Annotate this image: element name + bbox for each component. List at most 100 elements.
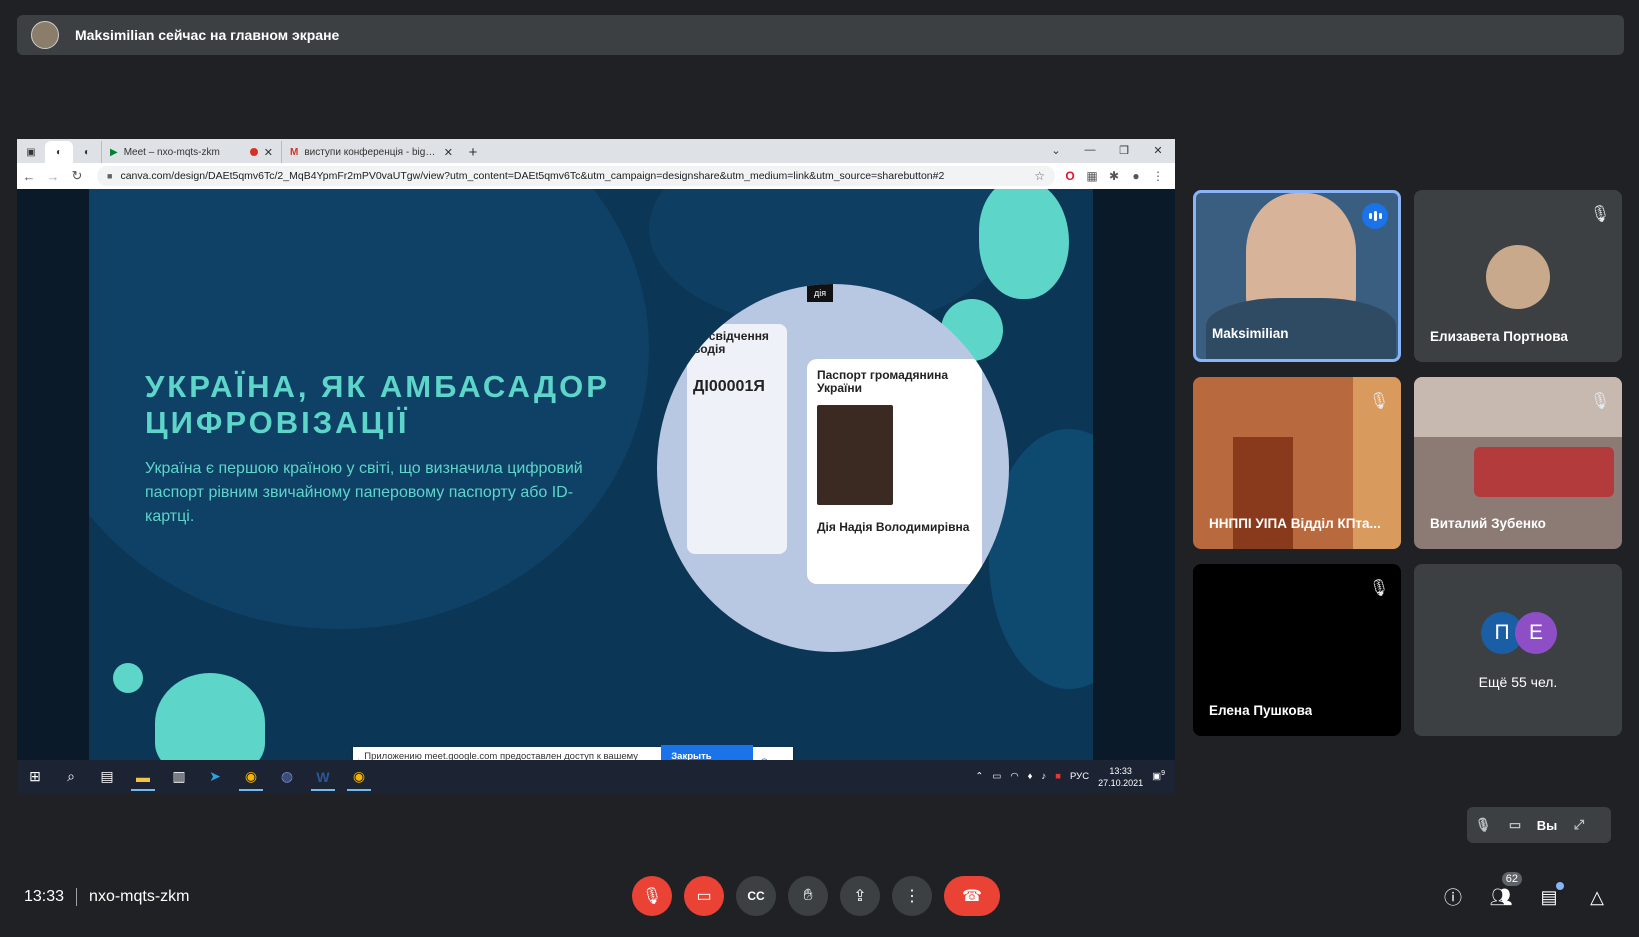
puzzle-icon[interactable]: ✱ [1107,169,1121,183]
taskbar-clock[interactable]: 13:33 27.10.2021 [1098,765,1143,789]
presenting-text: Maksimilian сейчас на главном экране [75,27,340,43]
window-controls: ⌄ — ❐ ✕ [1039,139,1175,161]
discord-icon[interactable]: ◍ [269,760,305,793]
extension-icon[interactable]: ▦ [1085,169,1099,183]
tab-search-icon[interactable]: ⌄ [1039,139,1073,161]
meeting-code: nxo-mqts-zkm [89,888,190,905]
driver-license-card: Посвідчення водія ДІ00001Я [687,324,787,554]
microphone-icon[interactable]: ♦ [1028,771,1033,782]
close-icon[interactable]: ✕ [264,146,273,159]
video-table [1474,447,1614,497]
system-tray: ⌃ ▭ ◠ ♦ ♪ ■ РУС 13:33 27.10.2021 ▣9 [975,765,1175,789]
browser-tabbar: ▣ ◐ ◐ ▶ Meet – nxo-mqts-zkm ✕ M виступи … [17,139,1175,163]
profile-icon[interactable]: ● [1129,169,1143,183]
meeting-time: 13:33 [24,888,65,905]
reload-icon[interactable]: ↻ [65,168,89,184]
meeting-details-button[interactable]: ⓘ [1440,884,1466,910]
chat-icon: ▤ [1540,886,1558,907]
tab-pinned-1[interactable]: ▣ [17,141,45,163]
slide-description: Україна є першою країною у світі, що виз… [145,460,583,525]
avatar: Е [1515,612,1557,654]
menu-dots-icon[interactable]: ⋮ [1151,169,1165,183]
end-call-button[interactable]: ☎︎ [944,876,1000,916]
participant-tile[interactable]: Maksimilian [1193,190,1401,362]
participant-tile[interactable]: 🎙︎ Елизавета Портнова [1414,190,1622,362]
bookmark-star-icon[interactable]: ☆ [1034,169,1045,183]
tab-gmail[interactable]: M виступи конференція - bigmak ✕ [281,141,461,163]
present-button[interactable]: ⇪ [840,876,880,916]
present-screen-icon: ⇪ [853,888,867,905]
antivirus-icon[interactable]: ■ [1055,771,1061,782]
maximize-icon[interactable]: ❐ [1107,139,1141,161]
camera-off-icon[interactable]: ▭ [1499,817,1531,833]
expand-icon[interactable]: ⤢ [1563,817,1595,833]
presenter-avatar [31,21,59,49]
phone-hangup-icon: ☎︎ [962,888,982,905]
wifi-icon[interactable]: ◠ [1010,771,1018,782]
camera-toggle-button[interactable]: ▭ [684,876,724,916]
captions-button[interactable]: CC [736,876,776,916]
raise-hand-button[interactable]: ✋︎ [788,876,828,916]
search-icon[interactable]: ⌕ [53,760,89,793]
self-view-bar: 🎙︎ ▭ Вы ⤢ [1467,807,1611,843]
back-icon[interactable]: ← [17,169,41,184]
extensions: O ▦ ✱ ● ⋮ [1063,169,1165,183]
tab-meet[interactable]: ▶ Meet – nxo-mqts-zkm ✕ [101,141,281,163]
people-button[interactable]: 👥︎ 62 [1488,872,1522,910]
volume-icon[interactable]: ♪ [1042,771,1047,782]
slide-title: УКРАЇНА, ЯК АМБАСАДОР ЦИФРОВІЗАЦІЇ [145,369,610,440]
people-icon: 👥︎ [1489,886,1513,907]
speaking-indicator-icon [1362,203,1388,229]
recording-icon [249,148,258,156]
slide-blob-teal [979,189,1069,299]
hand-icon: ✋︎ [803,887,813,904]
more-participants-label: Ещё 55 чел. [1478,674,1558,690]
presenting-banner: Maksimilian сейчас на главном экране [17,15,1624,55]
app-icon[interactable]: ▥ [161,760,197,793]
chrome-icon[interactable]: ◉ [233,760,269,793]
language-indicator[interactable]: РУС [1070,771,1089,782]
word-icon[interactable]: W [305,760,341,793]
meet-icon: ▶ [110,146,118,158]
tab-pinned-2[interactable]: ◐ [45,141,73,163]
activities-icon: △ [1590,886,1604,907]
more-options-button[interactable]: ⋮ [892,876,932,916]
notification-icon[interactable]: ▣9 [1152,770,1165,782]
more-participants-tile[interactable]: П Е Ещё 55 чел. [1414,564,1622,736]
chat-button[interactable]: ▤ [1536,882,1564,910]
slide: УКРАЇНА, ЯК АМБАСАДОР ЦИФРОВІЗАЦІЇ Украї… [89,189,1093,760]
new-tab-button[interactable]: + [461,141,485,163]
close-icon[interactable]: ✕ [444,146,453,159]
tab-pinned-3[interactable]: ◐ [73,141,101,163]
opera-icon[interactable]: O [1063,169,1077,183]
diia-badge: дія [807,284,833,302]
gmail-icon: M [290,146,299,158]
windows-start-icon[interactable]: ⊞ [17,760,53,793]
task-view-icon[interactable]: ▤ [89,760,125,793]
people-count-badge: 62 [1501,872,1522,886]
close-window-icon[interactable]: ✕ [1141,139,1175,161]
mic-off-icon[interactable]: 🎙︎ [1467,817,1499,833]
participant-tile[interactable]: 🎙︎ Виталий Зубенко [1414,377,1622,549]
forward-icon[interactable]: → [41,169,65,184]
mic-toggle-button[interactable]: 🎙︎ [632,876,672,916]
participant-tile[interactable]: 🎙︎ Елена Пушкова [1193,564,1401,736]
file-explorer-icon[interactable]: ▬ [125,760,161,793]
chevron-up-icon[interactable]: ⌃ [975,771,983,782]
activities-button[interactable]: △ [1584,884,1610,910]
url-field[interactable]: ■ canva.com/design/DAEt5qmv6Tc/2_MqB4Ypm… [97,166,1055,186]
phone-image: дія Посвідчення водія ДІ00001Я Паспорт г… [657,284,1009,652]
captions-icon: CC [747,889,765,903]
info-icon: ⓘ [1444,888,1462,908]
unread-dot [1556,882,1564,890]
slide-blob-teal [155,673,265,760]
telegram-icon[interactable]: ➤ [197,760,233,793]
battery-icon[interactable]: ▭ [992,771,1001,782]
avatar [1486,245,1550,309]
chrome-icon[interactable]: ◉ [341,760,377,793]
participant-tile[interactable]: 🎙︎ ННППІ УІПА Відділ КПта... [1193,377,1401,549]
passport-photo [817,405,893,505]
divider [76,888,78,906]
minimize-icon[interactable]: — [1073,139,1107,161]
passport-card: Паспорт громадянина України Дія Надія Во… [807,359,982,584]
